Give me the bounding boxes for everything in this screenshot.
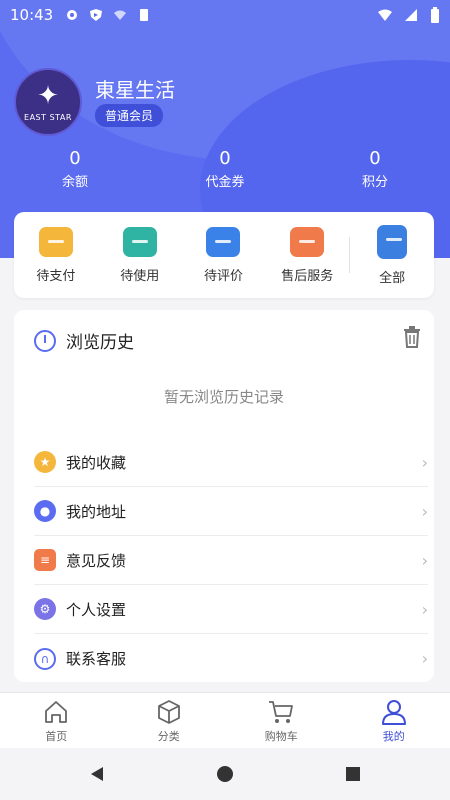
wallet-icon	[38, 226, 73, 257]
clipboard-icon	[377, 224, 408, 259]
comment-icon	[206, 226, 241, 257]
bottom-tab-bar: 首页 分类 购物车 我的	[0, 692, 450, 748]
category-icon	[157, 699, 180, 724]
stat-points[interactable]: 0 积分	[300, 146, 450, 194]
east-star-logo-icon: ✦	[37, 80, 59, 111]
stat-value: 0	[219, 148, 231, 169]
menu-item-address[interactable]: ● 我的地址 ›	[34, 487, 428, 536]
headset-icon: ∩	[34, 647, 56, 670]
history-empty-text: 暂无浏览历史记录	[163, 388, 284, 406]
shield-status-icon	[90, 9, 103, 21]
profile-icon	[381, 699, 406, 725]
wifi-signal-icon	[378, 9, 392, 21]
chevron-right-icon: ›	[421, 550, 428, 570]
recents-icon[interactable]	[344, 765, 362, 783]
clock-icon	[34, 329, 56, 352]
location-icon: ●	[34, 500, 56, 522]
menu-item-feedback[interactable]: ≡ 意见反馈 ›	[34, 536, 428, 585]
stat-vouchers[interactable]: 0 代金券	[150, 146, 300, 194]
order-all[interactable]: 全部	[350, 224, 434, 286]
chevron-right-icon: ›	[421, 501, 428, 521]
chevron-right-icon: ›	[421, 452, 428, 472]
history-header: 浏览历史	[34, 328, 134, 353]
stat-balance[interactable]: 0 余额	[0, 146, 150, 194]
cell-signal-icon	[405, 9, 417, 21]
status-time: 10:43	[10, 6, 54, 24]
feedback-icon: ≡	[34, 549, 56, 571]
menu-item-label: 意见反馈	[66, 551, 127, 570]
order-label: 售后服务	[281, 268, 334, 284]
tab-label: 我的	[382, 729, 405, 743]
order-label: 待使用	[120, 268, 160, 284]
trash-icon[interactable]	[402, 326, 422, 348]
tab-category[interactable]: 分类	[113, 693, 226, 748]
avatar-brand-text: EAST STAR	[24, 112, 72, 122]
settings-status-icon	[67, 10, 78, 20]
menu-item-customer-service[interactable]: ∩ 联系客服 ›	[34, 634, 428, 683]
star-icon: ★	[34, 451, 56, 473]
menu-item-label: 我的地址	[66, 502, 127, 521]
order-to-review[interactable]: 待评价	[182, 226, 266, 284]
menu-list: ★ 我的收藏 › ● 我的地址 › ≡ 意见反馈 › ⚙ 个人设置 › ∩ 联系…	[34, 438, 428, 683]
back-icon[interactable]	[88, 765, 106, 783]
stat-value: 0	[369, 148, 381, 169]
tab-label: 购物车	[264, 729, 298, 743]
tab-home[interactable]: 首页	[0, 693, 113, 748]
menu-item-label: 联系客服	[66, 650, 127, 668]
stat-label: 代金券	[205, 175, 245, 190]
account-stats: 0 余额 0 代金券 0 积分	[0, 146, 450, 194]
avatar[interactable]: ✦ EAST STAR	[14, 68, 82, 136]
home-icon	[45, 700, 68, 723]
after-sales-icon	[290, 226, 325, 257]
menu-item-settings[interactable]: ⚙ 个人设置 ›	[34, 585, 428, 634]
order-pending-payment[interactable]: 待支付	[14, 226, 98, 284]
order-status-card: 待支付 待使用 待评价 售后服务 全部	[14, 212, 434, 298]
ticket-icon	[122, 226, 157, 257]
sim-status-icon	[140, 9, 149, 21]
menu-item-label: 个人设置	[66, 600, 127, 619]
menu-item-favorites[interactable]: ★ 我的收藏 ›	[34, 438, 428, 487]
wifi-status-icon	[114, 10, 127, 20]
stat-label: 积分	[361, 175, 388, 190]
order-label: 待支付	[36, 268, 76, 284]
battery-icon	[431, 7, 439, 23]
order-after-sales[interactable]: 售后服务	[265, 226, 349, 284]
status-bar: 10:43	[0, 0, 450, 30]
tab-label: 分类	[157, 729, 180, 743]
cart-icon	[269, 700, 294, 723]
tab-profile[interactable]: 我的	[338, 693, 450, 748]
order-label: 全部	[379, 270, 406, 286]
chevron-right-icon: ›	[421, 649, 428, 668]
tab-cart[interactable]: 购物车	[225, 693, 338, 748]
user-name[interactable]: 東星生活	[95, 74, 175, 103]
home-nav-icon[interactable]	[216, 765, 234, 783]
menu-item-label: 我的收藏	[66, 453, 127, 472]
gear-icon: ⚙	[34, 598, 56, 620]
order-to-use[interactable]: 待使用	[98, 226, 182, 284]
history-title: 浏览历史	[66, 333, 134, 353]
stat-label: 余额	[61, 175, 88, 190]
tab-label: 首页	[45, 729, 68, 743]
chevron-right-icon: ›	[421, 599, 428, 619]
stat-value: 0	[69, 148, 81, 169]
system-nav-bar	[0, 748, 450, 800]
member-level-badge: 普通会员	[95, 104, 164, 127]
order-label: 待评价	[203, 268, 243, 284]
content-panel: 浏览历史 暂无浏览历史记录 ★ 我的收藏 › ● 我的地址 › ≡ 意见反馈 ›…	[14, 310, 434, 682]
